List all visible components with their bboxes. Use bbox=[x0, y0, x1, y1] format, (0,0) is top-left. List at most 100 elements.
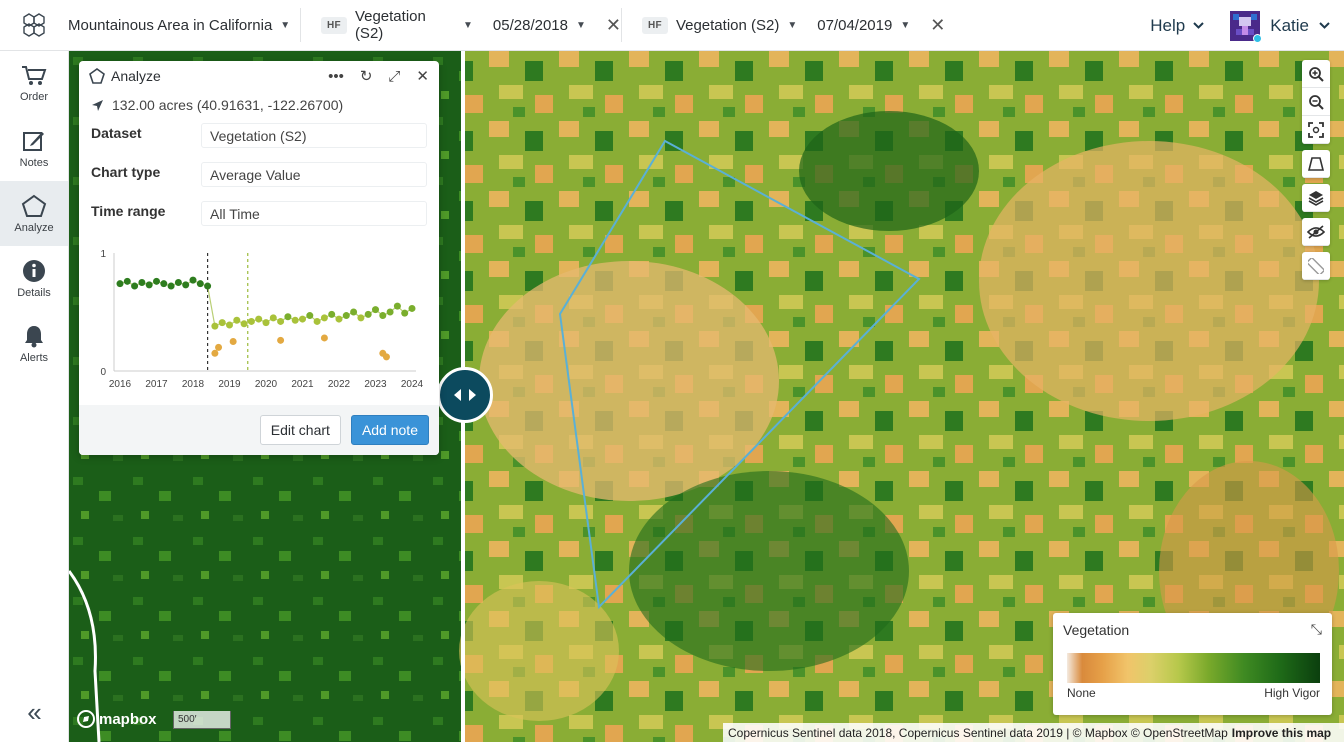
project-selector[interactable]: Mountainous Area in California ▼ bbox=[68, 17, 300, 34]
mapbox-logo[interactable]: mapbox bbox=[77, 710, 157, 728]
caret-down-icon[interactable]: ▼ bbox=[576, 20, 586, 31]
chart-point bbox=[284, 313, 292, 321]
swipe-handle[interactable] bbox=[437, 367, 493, 423]
sidebar-item-details[interactable]: Details bbox=[0, 246, 68, 311]
sidebar-item-order[interactable]: Order bbox=[0, 51, 68, 116]
more-options-icon[interactable]: ••• bbox=[328, 68, 344, 85]
left-layer-date[interactable]: 05/28/2018 bbox=[493, 17, 568, 34]
legend-color-ramp bbox=[1067, 653, 1320, 683]
caret-down-icon[interactable]: ▼ bbox=[787, 20, 797, 31]
chart-point bbox=[211, 322, 219, 330]
chart-point bbox=[182, 281, 190, 289]
sidebar-item-notes[interactable]: Notes bbox=[0, 116, 68, 181]
close-icon[interactable]: ✕ bbox=[416, 67, 429, 85]
chart-area[interactable]: 0 1 2016 2017 2018 2019 2020 2021 2022 2023 2024 bbox=[79, 241, 439, 397]
avatar bbox=[1230, 10, 1263, 43]
panel-footer: Edit chart Add note bbox=[79, 405, 439, 455]
chart-x-tick-label: 2017 bbox=[145, 379, 168, 390]
right-layer-dataset[interactable]: Vegetation (S2) bbox=[676, 17, 779, 34]
chart-y-tick-label: 1 bbox=[100, 249, 106, 260]
caret-down-icon: ▼ bbox=[280, 19, 291, 31]
panel-header: Analyze ••• ↻ ⤢ ✕ bbox=[79, 61, 439, 91]
coords-text: 132.00 acres (40.91631, -122.26700) bbox=[112, 97, 344, 113]
chart-point bbox=[145, 281, 153, 289]
draw-controls bbox=[1302, 150, 1330, 178]
time-range-row: Time range All Time bbox=[79, 191, 439, 230]
mapbox-label: mapbox bbox=[99, 710, 157, 728]
ruler-icon[interactable] bbox=[1302, 252, 1330, 280]
chart-point bbox=[255, 315, 263, 323]
chart-point bbox=[240, 320, 248, 328]
chart-point bbox=[277, 317, 285, 325]
collapse-icon[interactable]: ⤡ bbox=[1311, 621, 1322, 638]
zoom-in-icon[interactable] bbox=[1302, 60, 1330, 88]
refresh-icon[interactable]: ↻ bbox=[360, 67, 373, 85]
legend-panel: Vegetation ⤡ None High Vigor bbox=[1053, 613, 1332, 715]
chart-x-tick-label: 2021 bbox=[291, 379, 314, 390]
chart-point bbox=[386, 308, 394, 316]
app-logo-icon[interactable] bbox=[0, 0, 68, 51]
pentagon-icon bbox=[89, 68, 105, 84]
help-menu-button[interactable]: Help bbox=[1150, 16, 1204, 36]
user-name: Katie bbox=[1270, 15, 1309, 35]
chart-point bbox=[262, 319, 270, 327]
vegetation-chart: 0 1 2016 2017 2018 2019 2020 2021 2022 2023 2024 bbox=[100, 249, 423, 390]
sidebar-item-label: Order bbox=[19, 90, 49, 103]
sidebar-item-alerts[interactable]: Alerts bbox=[0, 311, 68, 376]
edit-chart-button[interactable]: Edit chart bbox=[259, 415, 341, 445]
chart-point bbox=[174, 279, 182, 286]
chart-point bbox=[204, 282, 212, 290]
dataset-select[interactable]: Vegetation (S2) bbox=[201, 123, 427, 148]
close-right-layer-icon[interactable]: ✕ bbox=[930, 15, 945, 36]
right-layer-date[interactable]: 07/04/2019 bbox=[817, 17, 892, 34]
layer-badge: HF bbox=[321, 16, 347, 34]
field-label: Chart type bbox=[91, 163, 161, 180]
chevron-down-icon bbox=[1193, 22, 1204, 29]
fit-bounds-icon[interactable] bbox=[1302, 116, 1330, 144]
chevron-down-icon bbox=[1319, 22, 1330, 29]
caret-down-icon[interactable]: ▼ bbox=[900, 20, 910, 31]
user-menu-button[interactable]: Katie bbox=[1230, 10, 1330, 43]
draw-polygon-icon[interactable] bbox=[1302, 150, 1330, 178]
chart-point bbox=[226, 321, 233, 329]
add-note-button[interactable]: Add note bbox=[350, 415, 429, 445]
double-chevron-left-icon[interactable]: « bbox=[0, 697, 69, 728]
right-layer-group: HF Vegetation (S2) ▼ 07/04/2019 ▼ ✕ bbox=[622, 0, 945, 51]
layer-controls bbox=[1302, 184, 1330, 212]
hide-eye-icon[interactable] bbox=[1302, 218, 1330, 246]
chart-point bbox=[116, 280, 124, 288]
chart-point bbox=[408, 304, 416, 312]
caret-down-icon[interactable]: ▼ bbox=[463, 20, 473, 31]
chart-point bbox=[189, 276, 197, 284]
chart-x-tick-label: 2023 bbox=[364, 379, 387, 390]
time-range-select[interactable]: All Time bbox=[201, 201, 427, 226]
chart-point bbox=[218, 319, 226, 327]
expand-icon[interactable]: ⤢ bbox=[388, 68, 400, 85]
left-layer-dataset[interactable]: Vegetation (S2) bbox=[355, 8, 455, 42]
chart-point bbox=[160, 280, 168, 288]
chart-point bbox=[229, 338, 237, 345]
chart-x-tick-label: 2018 bbox=[182, 379, 205, 390]
chart-type-select[interactable]: Average Value bbox=[201, 162, 427, 187]
info-icon bbox=[23, 259, 45, 282]
visibility-controls bbox=[1302, 218, 1330, 246]
chart-point bbox=[123, 277, 131, 285]
chart-point bbox=[211, 349, 219, 357]
mapbox-icon bbox=[77, 710, 95, 728]
close-left-layer-icon[interactable]: ✕ bbox=[606, 15, 621, 36]
layers-icon[interactable] bbox=[1302, 184, 1330, 212]
pentagon-icon bbox=[21, 194, 47, 217]
chart-point bbox=[313, 317, 321, 325]
improve-map-link[interactable]: Improve this map bbox=[1232, 726, 1331, 740]
panel-title: Analyze bbox=[111, 68, 161, 84]
cart-icon bbox=[22, 65, 47, 85]
map-attribution: Copernicus Sentinel data 2018, Copernicu… bbox=[723, 723, 1344, 742]
location-arrow-icon bbox=[92, 99, 103, 111]
left-layer-group: HF Vegetation (S2) ▼ 05/28/2018 ▼ ✕ bbox=[301, 0, 621, 51]
sidebar-item-analyze[interactable]: Analyze bbox=[0, 181, 68, 246]
chart-point bbox=[306, 312, 314, 320]
chart-point bbox=[138, 279, 146, 286]
chart-point bbox=[299, 315, 306, 323]
chart-point bbox=[350, 308, 358, 316]
zoom-out-icon[interactable] bbox=[1302, 88, 1330, 116]
